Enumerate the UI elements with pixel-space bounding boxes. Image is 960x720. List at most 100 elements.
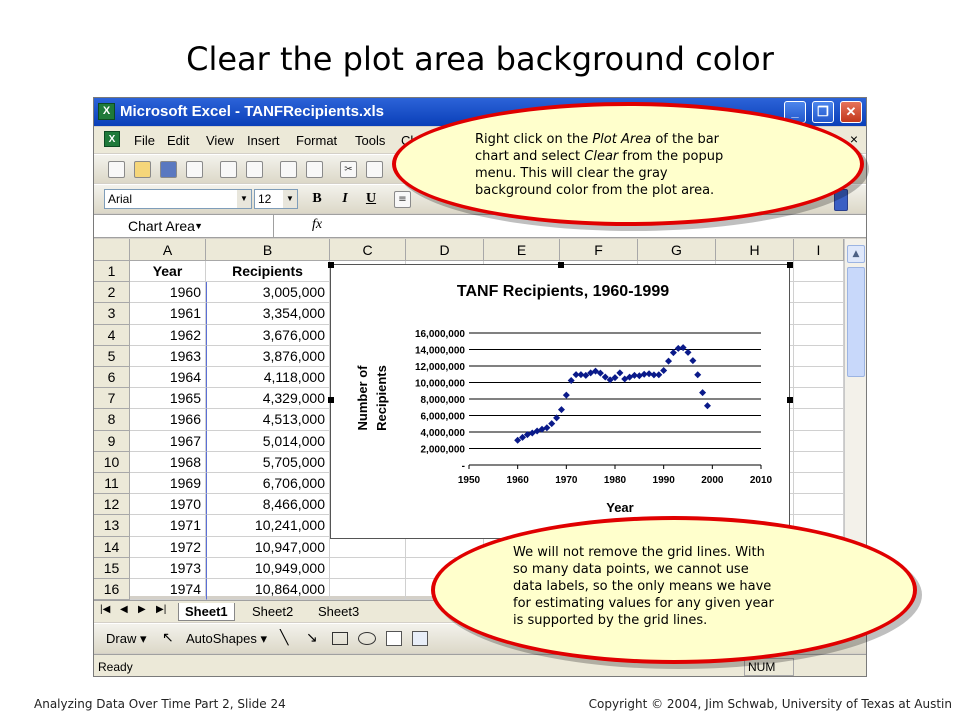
- empty-cell[interactable]: [794, 494, 844, 516]
- cell-recipients[interactable]: 4,513,000: [206, 409, 330, 431]
- menu-file[interactable]: File: [134, 133, 155, 148]
- spelling-icon[interactable]: [280, 161, 297, 178]
- column-header[interactable]: I: [794, 239, 844, 261]
- menu-insert[interactable]: Insert: [247, 133, 280, 148]
- resize-handle[interactable]: [558, 262, 564, 268]
- row-header[interactable]: 4: [94, 324, 130, 346]
- select-objects-icon[interactable]: ↖: [162, 629, 174, 646]
- tab-sheet3[interactable]: Sheet3: [312, 603, 365, 621]
- cell-year[interactable]: 1960: [130, 282, 206, 304]
- cell-year[interactable]: 1962: [130, 324, 206, 346]
- column-header[interactable]: F: [560, 239, 638, 261]
- name-box[interactable]: Chart Area ▼: [94, 215, 274, 237]
- plot-area[interactable]: - 2,000,000 4,000,000 6,000,000 8,000,000 10,…: [415, 329, 773, 486]
- row-header[interactable]: 2: [94, 282, 130, 304]
- cell-recipients[interactable]: 10,241,000: [206, 515, 330, 537]
- scroll-thumb[interactable]: [847, 267, 865, 377]
- empty-cell[interactable]: [794, 473, 844, 495]
- autoshapes-menu[interactable]: AutoShapes ▾: [186, 631, 267, 647]
- cell-recipients[interactable]: 3,005,000: [206, 282, 330, 304]
- empty-cell[interactable]: [794, 388, 844, 410]
- row-header[interactable]: 9: [94, 430, 130, 452]
- empty-cell[interactable]: [794, 345, 844, 367]
- select-all-corner[interactable]: [94, 239, 130, 261]
- cell-recipients[interactable]: 10,864,000: [206, 579, 330, 601]
- scroll-up-icon[interactable]: ▲: [847, 245, 865, 263]
- text-box-icon[interactable]: [386, 631, 402, 646]
- tab-sheet2[interactable]: Sheet2: [246, 603, 299, 621]
- draw-menu[interactable]: Draw ▾: [106, 631, 146, 647]
- open-icon[interactable]: [134, 161, 151, 178]
- y-axis-label-line-2[interactable]: Recipients: [374, 365, 389, 431]
- column-header[interactable]: A: [130, 239, 206, 261]
- next-sheet-icon[interactable]: ▶: [138, 604, 146, 615]
- column-header[interactable]: E: [484, 239, 560, 261]
- prev-sheet-icon[interactable]: ◀: [120, 604, 128, 615]
- bold-button[interactable]: B: [308, 190, 326, 208]
- column-header[interactable]: B: [206, 239, 330, 261]
- close-button[interactable]: ✕: [840, 101, 862, 123]
- cell-year[interactable]: 1961: [130, 303, 206, 325]
- column-header[interactable]: C: [330, 239, 406, 261]
- cell-recipients[interactable]: 3,876,000: [206, 345, 330, 367]
- empty-cell[interactable]: [794, 282, 844, 304]
- menu-format[interactable]: Format: [296, 133, 337, 148]
- print-preview-icon[interactable]: [246, 161, 263, 178]
- new-icon[interactable]: [108, 161, 125, 178]
- permission-icon[interactable]: [186, 161, 203, 178]
- cell-year[interactable]: 1967: [130, 430, 206, 452]
- oval-icon[interactable]: [358, 632, 376, 645]
- resize-handle[interactable]: [787, 397, 793, 403]
- cell-recipients[interactable]: 8,466,000: [206, 494, 330, 516]
- restore-button[interactable]: ❐: [812, 101, 834, 123]
- row-header[interactable]: 14: [94, 536, 130, 558]
- cell-year[interactable]: 1974: [130, 579, 206, 601]
- resize-handle[interactable]: [328, 262, 334, 268]
- row-header[interactable]: 5: [94, 345, 130, 367]
- embedded-chart[interactable]: TANF Recipients, 1960-1999 Year Number o…: [328, 262, 793, 540]
- excel-icon[interactable]: X: [98, 103, 115, 120]
- empty-cell[interactable]: [794, 261, 844, 283]
- wordart-icon[interactable]: [412, 631, 428, 646]
- cell-year[interactable]: 1966: [130, 409, 206, 431]
- save-icon[interactable]: [160, 161, 177, 178]
- resize-handle[interactable]: [787, 262, 793, 268]
- underline-button[interactable]: U: [362, 190, 380, 208]
- header-cell-year[interactable]: Year: [130, 261, 206, 283]
- cell-year[interactable]: 1965: [130, 388, 206, 410]
- cell-recipients[interactable]: 4,118,000: [206, 367, 330, 389]
- print-icon[interactable]: [220, 161, 237, 178]
- cell-year[interactable]: 1964: [130, 367, 206, 389]
- row-header[interactable]: 6: [94, 367, 130, 389]
- empty-cell[interactable]: [794, 430, 844, 452]
- cell-year[interactable]: 1972: [130, 536, 206, 558]
- cell-recipients[interactable]: 5,705,000: [206, 451, 330, 473]
- row-header[interactable]: 12: [94, 494, 130, 516]
- menu-edit[interactable]: Edit: [167, 133, 189, 148]
- workbook-icon[interactable]: X: [104, 131, 120, 147]
- row-header[interactable]: 11: [94, 473, 130, 495]
- chevron-down-icon[interactable]: ▼: [237, 190, 251, 208]
- x-axis-label[interactable]: Year: [606, 500, 633, 515]
- cell-year[interactable]: 1963: [130, 345, 206, 367]
- cell-year[interactable]: 1971: [130, 515, 206, 537]
- cell-recipients[interactable]: 3,676,000: [206, 324, 330, 346]
- empty-cell[interactable]: [330, 557, 406, 579]
- row-header[interactable]: 1: [94, 261, 130, 283]
- y-axis-label-line-1[interactable]: Number of: [355, 365, 370, 431]
- row-header[interactable]: 16: [94, 579, 130, 601]
- tab-sheet1[interactable]: Sheet1: [178, 603, 235, 621]
- empty-cell[interactable]: [794, 409, 844, 431]
- chart-svg[interactable]: TANF Recipients, 1960-1999 Year Number o…: [331, 265, 791, 540]
- insert-function-icon[interactable]: fx: [312, 217, 322, 233]
- cell-recipients[interactable]: 6,706,000: [206, 473, 330, 495]
- menu-view[interactable]: View: [206, 133, 234, 148]
- cell-year[interactable]: 1968: [130, 451, 206, 473]
- align-left-icon[interactable]: ≡: [394, 191, 411, 208]
- cell-recipients[interactable]: 3,354,000: [206, 303, 330, 325]
- italic-button[interactable]: I: [336, 190, 354, 208]
- row-header[interactable]: 8: [94, 409, 130, 431]
- chevron-down-icon[interactable]: ▼: [283, 190, 297, 208]
- cell-year[interactable]: 1970: [130, 494, 206, 516]
- last-sheet-icon[interactable]: ▶|: [156, 604, 166, 615]
